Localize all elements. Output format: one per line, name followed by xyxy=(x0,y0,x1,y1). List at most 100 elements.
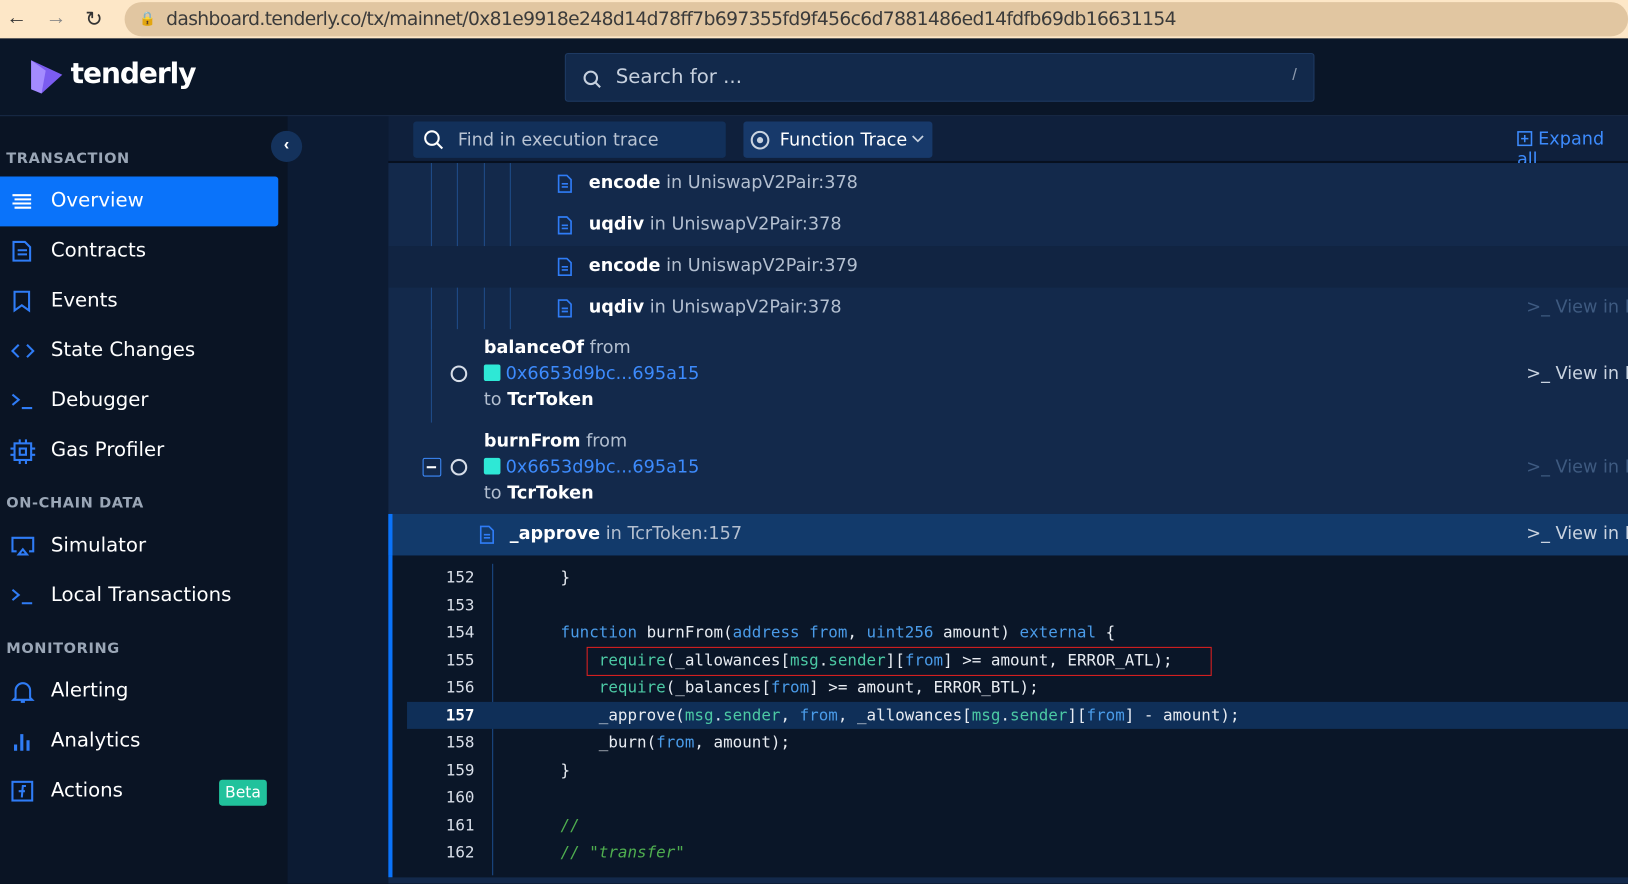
target-contract[interactable]: TcrToken xyxy=(507,483,594,504)
target-contract[interactable]: TcrToken xyxy=(507,389,594,410)
find-in-trace-input[interactable]: Find in execution trace xyxy=(413,121,726,158)
code-token: amount) xyxy=(933,622,1020,642)
document-icon xyxy=(557,257,572,276)
trace-row[interactable]: encode in UniswapV2Pair:378 xyxy=(388,163,1628,205)
logo[interactable]: tenderly xyxy=(71,58,197,90)
function-name: balanceOf xyxy=(483,337,585,359)
code-token: ] - amount); xyxy=(1124,705,1240,725)
source-code-panel: 152 } 153 154 function burnFrom(address fr… xyxy=(388,555,1628,878)
sidebar-item-label: Debugger xyxy=(50,388,149,412)
sidebar-item-debugger[interactable]: Debugger xyxy=(0,376,278,426)
code-token: // xyxy=(560,815,580,835)
execution-trace: encode in UniswapV2Pair:378 uqdiv in Unis… xyxy=(388,163,1628,556)
sidebar-item-label: Overview xyxy=(50,188,144,212)
code-token: , _allowances[ xyxy=(837,705,972,725)
view-in-debugger-link[interactable]: >_ View in Debugger xyxy=(1526,457,1628,478)
code-line: 156 require(_balances[from] >= amount, E… xyxy=(407,674,1628,701)
code-token: msg xyxy=(684,705,714,725)
forward-icon[interactable]: → xyxy=(46,6,67,30)
source-location: UniswapV2Pair:378 xyxy=(671,296,842,318)
source-location: TcrToken:157 xyxy=(627,523,743,545)
reload-icon[interactable]: ↻ xyxy=(85,6,102,32)
line-number: 152 xyxy=(445,567,475,587)
trace-row[interactable]: uqdiv in UniswapV2Pair:378 xyxy=(388,205,1628,247)
sidebar-item-state-changes[interactable]: State Changes xyxy=(0,326,278,376)
line-number: 159 xyxy=(445,760,475,780)
code-text: // "transfer" xyxy=(522,839,685,866)
line-number: 157 xyxy=(445,705,475,725)
browser-toolbar: ← → ↻ 🔒 dashboard.tenderly.co/tx/mainnet… xyxy=(0,0,1628,39)
to-label: to xyxy=(483,482,502,504)
trace-row[interactable]: encode in UniswapV2Pair:379 xyxy=(388,246,1628,288)
code-token: msg xyxy=(971,705,1001,725)
code-text: } xyxy=(522,564,571,591)
code-token: require xyxy=(598,678,666,697)
code-token: ][ xyxy=(1067,705,1087,725)
section-monitoring: MONITORING xyxy=(6,640,120,658)
code-line: 153 xyxy=(407,591,1628,618)
sidebar-item-gas-profiler[interactable]: Gas Profiler xyxy=(0,426,278,476)
line-number: 156 xyxy=(445,678,475,697)
sidebar-item-analytics[interactable]: Analytics xyxy=(0,716,278,766)
address-bar[interactable]: 🔒 dashboard.tenderly.co/tx/mainnet/0x81e… xyxy=(124,2,1628,37)
code-line: 152 } xyxy=(407,564,1628,591)
beta-badge: Beta xyxy=(219,779,267,806)
code-token: . xyxy=(713,705,724,725)
to-label: to xyxy=(483,389,502,411)
global-search-input[interactable]: Search for ... / xyxy=(564,52,1315,102)
target-icon xyxy=(750,130,770,150)
code-token: from xyxy=(656,733,695,752)
sidebar-item-events[interactable]: Events xyxy=(0,276,278,326)
collapse-sidebar-button[interactable]: ‹ xyxy=(270,130,303,162)
from-address-link[interactable]: 0x6653d9bc...695a15 xyxy=(506,457,700,478)
trace-row-selected[interactable]: _approve in TcrToken:157 >_ View in Debu… xyxy=(388,513,1628,556)
view-in-debugger-label: View in Debugger xyxy=(1555,363,1628,385)
from-address-link[interactable]: 0x6653d9bc...695a15 xyxy=(506,363,700,384)
sidebar-item-label: Actions xyxy=(50,778,123,802)
terminal-icon xyxy=(11,588,33,605)
code-text: } xyxy=(522,756,571,783)
code-line: 159 } xyxy=(407,756,1628,783)
back-icon[interactable]: ← xyxy=(6,6,27,30)
sidebar-item-label: Alerting xyxy=(50,679,129,702)
function-name: uqdiv xyxy=(588,213,645,235)
trace-mode-dropdown[interactable]: Function Trace xyxy=(743,121,933,158)
bookmark-icon xyxy=(13,290,31,313)
sidebar-item-local-transactions[interactable]: Local Transactions xyxy=(0,571,278,621)
sidebar-item-simulator[interactable]: Simulator xyxy=(0,521,278,571)
code-token: from xyxy=(799,705,838,725)
line-number: 161 xyxy=(445,815,475,835)
address-swatch-icon xyxy=(483,364,501,382)
view-in-debugger-link[interactable]: >_ View in Debugger xyxy=(1526,363,1628,384)
function-name: burnFrom xyxy=(483,430,581,452)
collapse-node-icon[interactable] xyxy=(422,457,442,477)
in-label: in xyxy=(649,213,666,235)
trace-call-row[interactable]: balanceOf from 0x6653d9bc...695a15 to Tc… xyxy=(388,327,1628,420)
trace-call-row[interactable]: burnFrom from 0x6653d9bc...695a15 to Tcr… xyxy=(388,421,1628,514)
sidebar-item-contracts[interactable]: Contracts xyxy=(0,226,278,276)
in-label: in xyxy=(649,296,666,318)
list-icon xyxy=(12,194,32,209)
code-token: } xyxy=(522,760,571,780)
view-in-debugger-link[interactable]: >_ View in Debugger xyxy=(1526,297,1628,318)
document-icon xyxy=(557,299,572,318)
monitor-icon xyxy=(11,536,35,556)
line-number: 158 xyxy=(445,733,475,752)
trace-row[interactable]: uqdiv in UniswapV2Pair:378 >_ View in Deb… xyxy=(388,288,1628,330)
in-label: in xyxy=(666,172,683,194)
sidebar-item-alerting[interactable]: Alerting xyxy=(0,667,278,717)
sidebar-item-label: Simulator xyxy=(50,533,147,557)
sidebar-item-actions[interactable]: Actions Beta xyxy=(0,766,278,816)
find-placeholder: Find in execution trace xyxy=(457,129,659,151)
lock-icon: 🔒 xyxy=(139,11,156,27)
code-token: { xyxy=(1096,622,1116,642)
code-line: 161 // xyxy=(407,811,1628,838)
view-in-debugger-link[interactable]: >_ View in Debugger xyxy=(1526,523,1628,544)
code-token: function xyxy=(560,622,638,642)
line-number: 160 xyxy=(445,788,475,807)
code-line: 154 function burnFrom(address from, uint… xyxy=(407,619,1628,646)
sidebar-item-overview[interactable]: Overview xyxy=(0,176,279,227)
